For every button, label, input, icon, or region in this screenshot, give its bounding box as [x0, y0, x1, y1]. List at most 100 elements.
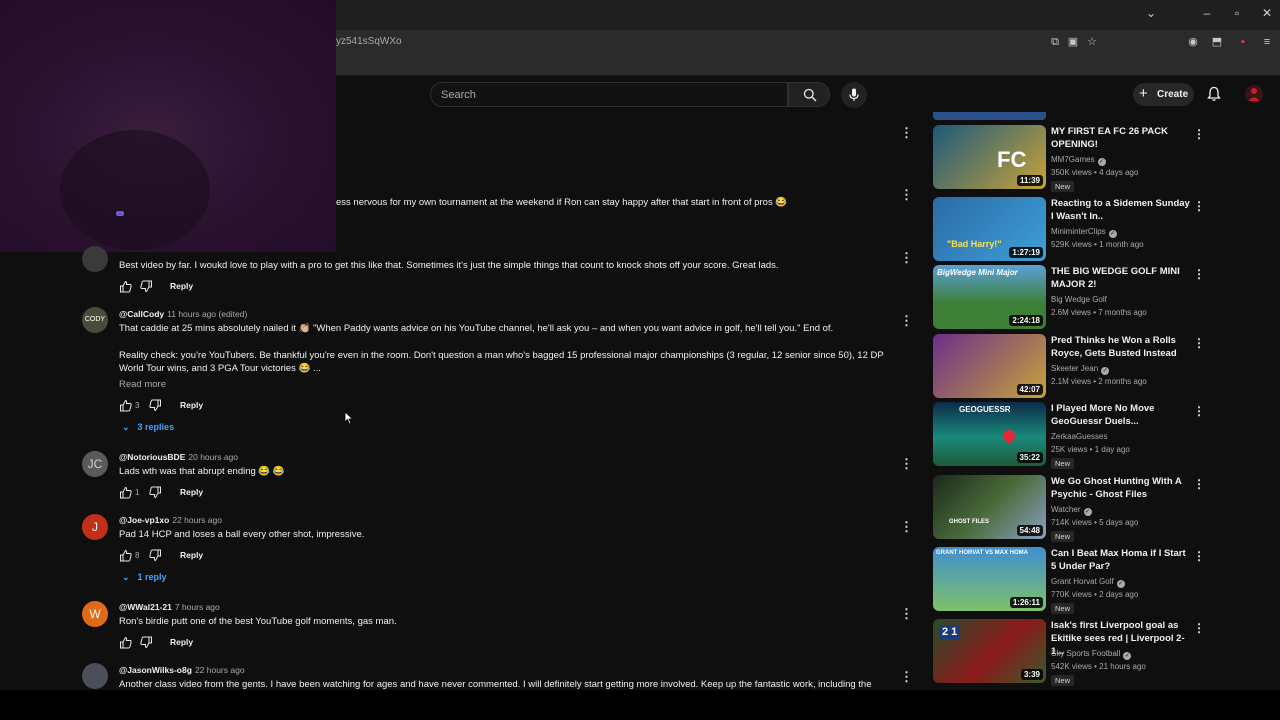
channel-name[interactable]: Watcher [1051, 505, 1081, 514]
dislike-icon[interactable] [149, 399, 162, 412]
video-thumbnail[interactable]: 2 1 3:39 [933, 619, 1046, 683]
video-menu-icon[interactable]: ⋮ [1193, 199, 1205, 213]
comment-menu-icon[interactable]: ⋮ [900, 670, 913, 684]
video-title[interactable]: I Played More No Move GeoGuessr Duels... [1051, 402, 1191, 428]
recommended-video[interactable]: "Bad Harry!" 1:27:19 Reacting to a Sidem… [933, 197, 1208, 261]
comment-timestamp[interactable]: 22 hours ago [195, 665, 245, 675]
commenter-avatar[interactable] [82, 246, 108, 272]
comment-timestamp[interactable]: 7 hours ago [175, 602, 220, 612]
channel-name[interactable]: MM7Games [1051, 155, 1095, 164]
recommended-video[interactable]: GHOST FILES 54:48 We Go Ghost Hunting Wi… [933, 475, 1208, 542]
comment-author[interactable]: @Joe-vp1xo [119, 515, 169, 525]
video-thumbnail[interactable]: FC 11:39 [933, 125, 1046, 189]
account-sync-icon[interactable]: ◉ [1186, 35, 1200, 49]
video-thumbnail[interactable]: 42:07 [933, 334, 1046, 398]
video-menu-icon[interactable]: ⋮ [1193, 477, 1205, 491]
channel-name[interactable]: Sky Sports Football [1051, 649, 1120, 658]
comment-menu-icon[interactable]: ⋮ [900, 314, 913, 328]
channel-name[interactable]: Skeeter Jean [1051, 364, 1098, 373]
comment-author[interactable]: @WWal21-21 [119, 602, 172, 612]
account-avatar[interactable] [1245, 85, 1263, 103]
search-button[interactable] [788, 82, 830, 107]
comment-timestamp[interactable]: 22 hours ago [172, 515, 222, 525]
like-icon[interactable] [119, 549, 132, 562]
partial-thumbnail[interactable] [933, 112, 1046, 120]
video-menu-icon[interactable]: ⋮ [1193, 336, 1205, 350]
comment-menu-icon[interactable]: ⋮ [900, 607, 913, 621]
channel-name[interactable]: Big Wedge Golf [1051, 295, 1107, 304]
extension-badge-icon[interactable]: ▪ [1236, 35, 1250, 49]
video-title[interactable]: Pred Thinks he Won a Rolls Royce, Gets B… [1051, 334, 1191, 360]
like-icon[interactable] [119, 280, 132, 293]
read-more-link[interactable]: Read more [119, 379, 166, 390]
comment-timestamp[interactable]: 11 hours ago (edited) [167, 309, 247, 319]
channel-name[interactable]: MiniminterClips [1051, 227, 1106, 236]
channel-name[interactable]: Grant Horvat Golf [1051, 577, 1114, 586]
comment-menu-icon[interactable]: ⋮ [900, 457, 913, 471]
video-thumbnail[interactable]: GRANT HORVAT VS MAX HOMA 1:26:11 [933, 547, 1046, 611]
dislike-icon[interactable] [140, 636, 153, 649]
recommended-video[interactable]: GEOGUESSR 35:22 I Played More No Move Ge… [933, 402, 1208, 469]
commenter-avatar[interactable]: JC [82, 451, 108, 477]
reply-button[interactable]: Reply [170, 281, 193, 291]
voice-search-button[interactable] [841, 82, 867, 108]
commenter-avatar[interactable]: J [82, 514, 108, 540]
reply-button[interactable]: Reply [180, 487, 203, 497]
comment-menu-icon[interactable]: ⋮ [900, 520, 913, 534]
comment-author[interactable]: @NotoriousBDE [119, 452, 185, 462]
video-menu-icon[interactable]: ⋮ [1193, 267, 1205, 281]
bookmark-star-icon[interactable]: ☆ [1085, 35, 1099, 49]
view-replies-button[interactable]: ⌄ 3 replies [122, 422, 174, 433]
view-replies-button[interactable]: ⌄ 1 reply [122, 572, 167, 583]
reply-button[interactable]: Reply [180, 550, 203, 560]
restore-icon[interactable]: ▫ [1230, 6, 1244, 20]
commenter-avatar[interactable] [82, 663, 108, 689]
tab-list-chevron-icon[interactable]: ⌄ [1144, 6, 1158, 20]
reply-button[interactable]: Reply [180, 400, 203, 410]
recommended-video[interactable]: 2 1 3:39 Isak's first Liverpool goal as … [933, 619, 1208, 686]
install-app-icon[interactable]: ▣ [1066, 35, 1080, 49]
video-thumbnail[interactable]: GHOST FILES 54:48 [933, 475, 1046, 539]
commenter-avatar[interactable]: CODY [82, 307, 108, 333]
recommended-video[interactable]: GRANT HORVAT VS MAX HOMA 1:26:11 Can I B… [933, 547, 1208, 614]
notifications-bell-icon[interactable] [1206, 86, 1222, 102]
create-button[interactable]: + Create [1133, 83, 1194, 106]
video-title[interactable]: Reacting to a Sidemen Sunday I Wasn't In… [1051, 197, 1191, 223]
video-title[interactable]: THE BIG WEDGE GOLF MINI MAJOR 2! [1051, 265, 1191, 291]
comment-author[interactable]: @CallCody [119, 309, 164, 319]
video-thumbnail[interactable]: "Bad Harry!" 1:27:19 [933, 197, 1046, 261]
comment-timestamp[interactable]: 20 hours ago [188, 452, 238, 462]
recommended-video[interactable]: 42:07 Pred Thinks he Won a Rolls Royce, … [933, 334, 1208, 398]
comment-menu-icon[interactable]: ⋮ [900, 251, 913, 265]
comment-author[interactable]: @JasonWilks-o8g [119, 665, 192, 675]
search-input[interactable]: Search [430, 82, 788, 107]
browser-menu-icon[interactable]: ≡ [1260, 35, 1274, 49]
like-icon[interactable] [119, 636, 132, 649]
close-window-icon[interactable]: ✕ [1260, 6, 1274, 20]
screen-share-icon[interactable]: ⧉ [1048, 35, 1062, 49]
dislike-icon[interactable] [149, 549, 162, 562]
video-menu-icon[interactable]: ⋮ [1193, 127, 1205, 141]
comment-menu-icon[interactable]: ⋮ [900, 188, 913, 202]
dislike-icon[interactable] [149, 486, 162, 499]
channel-name[interactable]: ZerkaaGuesses [1051, 432, 1107, 441]
extensions-icon[interactable]: ⬒ [1210, 35, 1224, 49]
video-menu-icon[interactable]: ⋮ [1193, 404, 1205, 418]
recommended-video[interactable]: BigWedge Mini Major 2:24:18 THE BIG WEDG… [933, 265, 1208, 329]
commenter-avatar[interactable]: W [82, 601, 108, 627]
reply-button[interactable]: Reply [170, 637, 193, 647]
video-title[interactable]: Can I Beat Max Homa if I Start 5 Under P… [1051, 547, 1191, 573]
url-text[interactable]: yz541sSqWXo [336, 36, 402, 47]
video-thumbnail[interactable]: BigWedge Mini Major 2:24:18 [933, 265, 1046, 329]
video-title[interactable]: MY FIRST EA FC 26 PACK OPENING! [1051, 125, 1191, 151]
dislike-icon[interactable] [140, 280, 153, 293]
comment-menu-icon[interactable]: ⋮ [900, 126, 913, 140]
like-icon[interactable] [119, 399, 132, 412]
recommended-video[interactable]: FC 11:39 MY FIRST EA FC 26 PACK OPENING!… [933, 125, 1208, 192]
video-menu-icon[interactable]: ⋮ [1193, 621, 1205, 635]
video-title[interactable]: We Go Ghost Hunting With A Psychic - Gho… [1051, 475, 1191, 501]
minimize-icon[interactable]: – [1200, 6, 1214, 20]
video-menu-icon[interactable]: ⋮ [1193, 549, 1205, 563]
like-icon[interactable] [119, 486, 132, 499]
video-thumbnail[interactable]: GEOGUESSR 35:22 [933, 402, 1046, 466]
